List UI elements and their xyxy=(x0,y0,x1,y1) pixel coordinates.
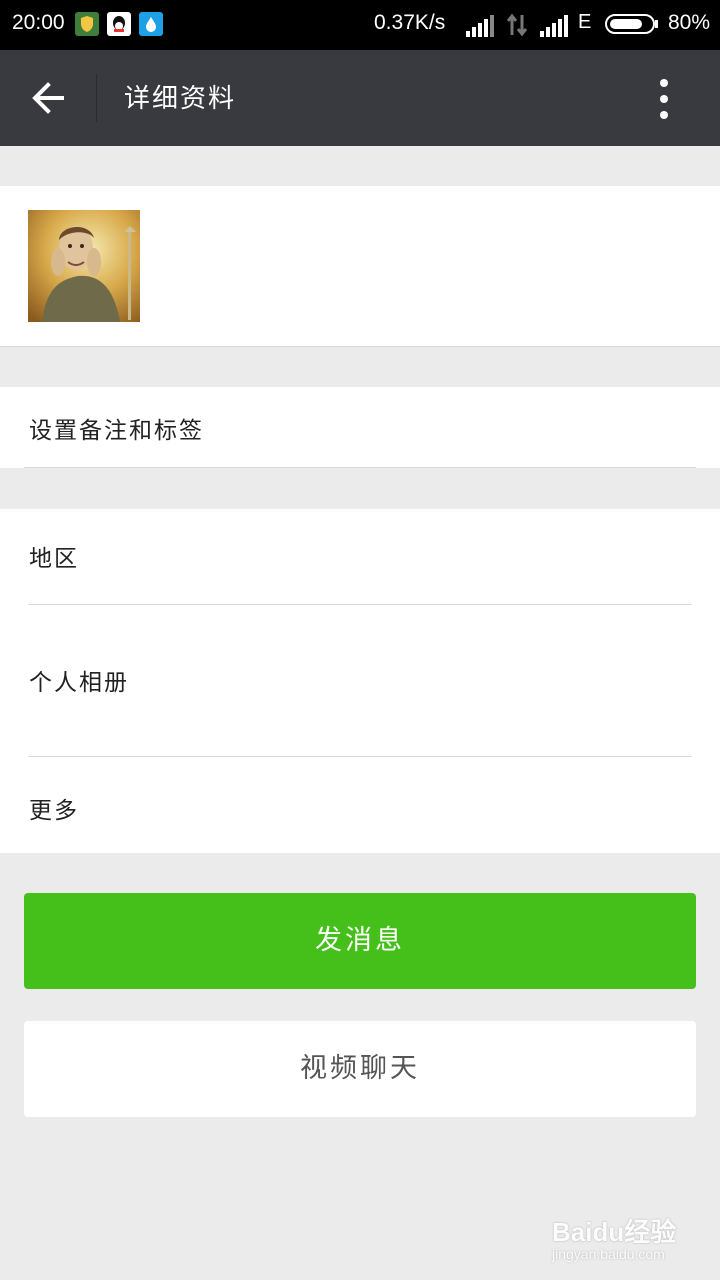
more-vertical-icon xyxy=(660,79,668,87)
status-bar: 20:00 0.37K/s E 80% xyxy=(0,0,720,50)
personal-album-label: 个人相册 xyxy=(29,670,129,696)
remark-and-tags-row[interactable]: 设置备注和标签 xyxy=(0,387,720,468)
page-title: 详细资料 xyxy=(124,84,237,114)
title-bar: 详细资料 xyxy=(0,50,720,146)
more-vertical-icon xyxy=(660,111,668,119)
status-time: 20:00 xyxy=(12,11,65,34)
arrow-left-icon xyxy=(32,82,64,114)
more-label: 更多 xyxy=(29,798,79,824)
network-type: E xyxy=(578,11,592,33)
battery-percent: 80% xyxy=(668,11,711,34)
personal-album-row[interactable]: 个人相册 xyxy=(0,605,720,756)
send-message-button[interactable]: 发消息 xyxy=(24,893,696,989)
baidu-watermark: Baidu经验 jingyan.baidu.com xyxy=(552,1208,712,1268)
video-chat-button[interactable]: 视频聊天 xyxy=(24,1021,696,1117)
more-row[interactable]: 更多 xyxy=(0,757,720,853)
divider xyxy=(24,467,696,468)
remark-label: 设置备注和标签 xyxy=(29,418,204,444)
info-list: 地区 个人相册 更多 xyxy=(0,509,720,853)
more-options-button[interactable] xyxy=(640,74,688,124)
profile-card xyxy=(0,186,720,347)
region-label: 地区 xyxy=(29,546,79,572)
more-vertical-icon xyxy=(660,95,668,103)
signal-icon xyxy=(540,15,568,37)
qq-icon xyxy=(107,12,131,36)
watermark-brand: Baidu经验 xyxy=(552,1217,677,1247)
battery-tip xyxy=(655,20,658,28)
signal-icon xyxy=(466,15,494,37)
watermark-url: jingyan.baidu.com xyxy=(552,1246,665,1262)
avatar[interactable] xyxy=(28,210,140,322)
data-transfer-icon xyxy=(506,13,528,37)
title-divider xyxy=(96,74,97,122)
region-row[interactable]: 地区 xyxy=(0,509,720,604)
back-button[interactable] xyxy=(22,72,76,124)
battery-icon xyxy=(605,14,655,34)
security-shield-icon xyxy=(75,12,99,36)
net-speed: 0.37K/s xyxy=(374,11,446,34)
water-drop-icon xyxy=(139,12,163,36)
